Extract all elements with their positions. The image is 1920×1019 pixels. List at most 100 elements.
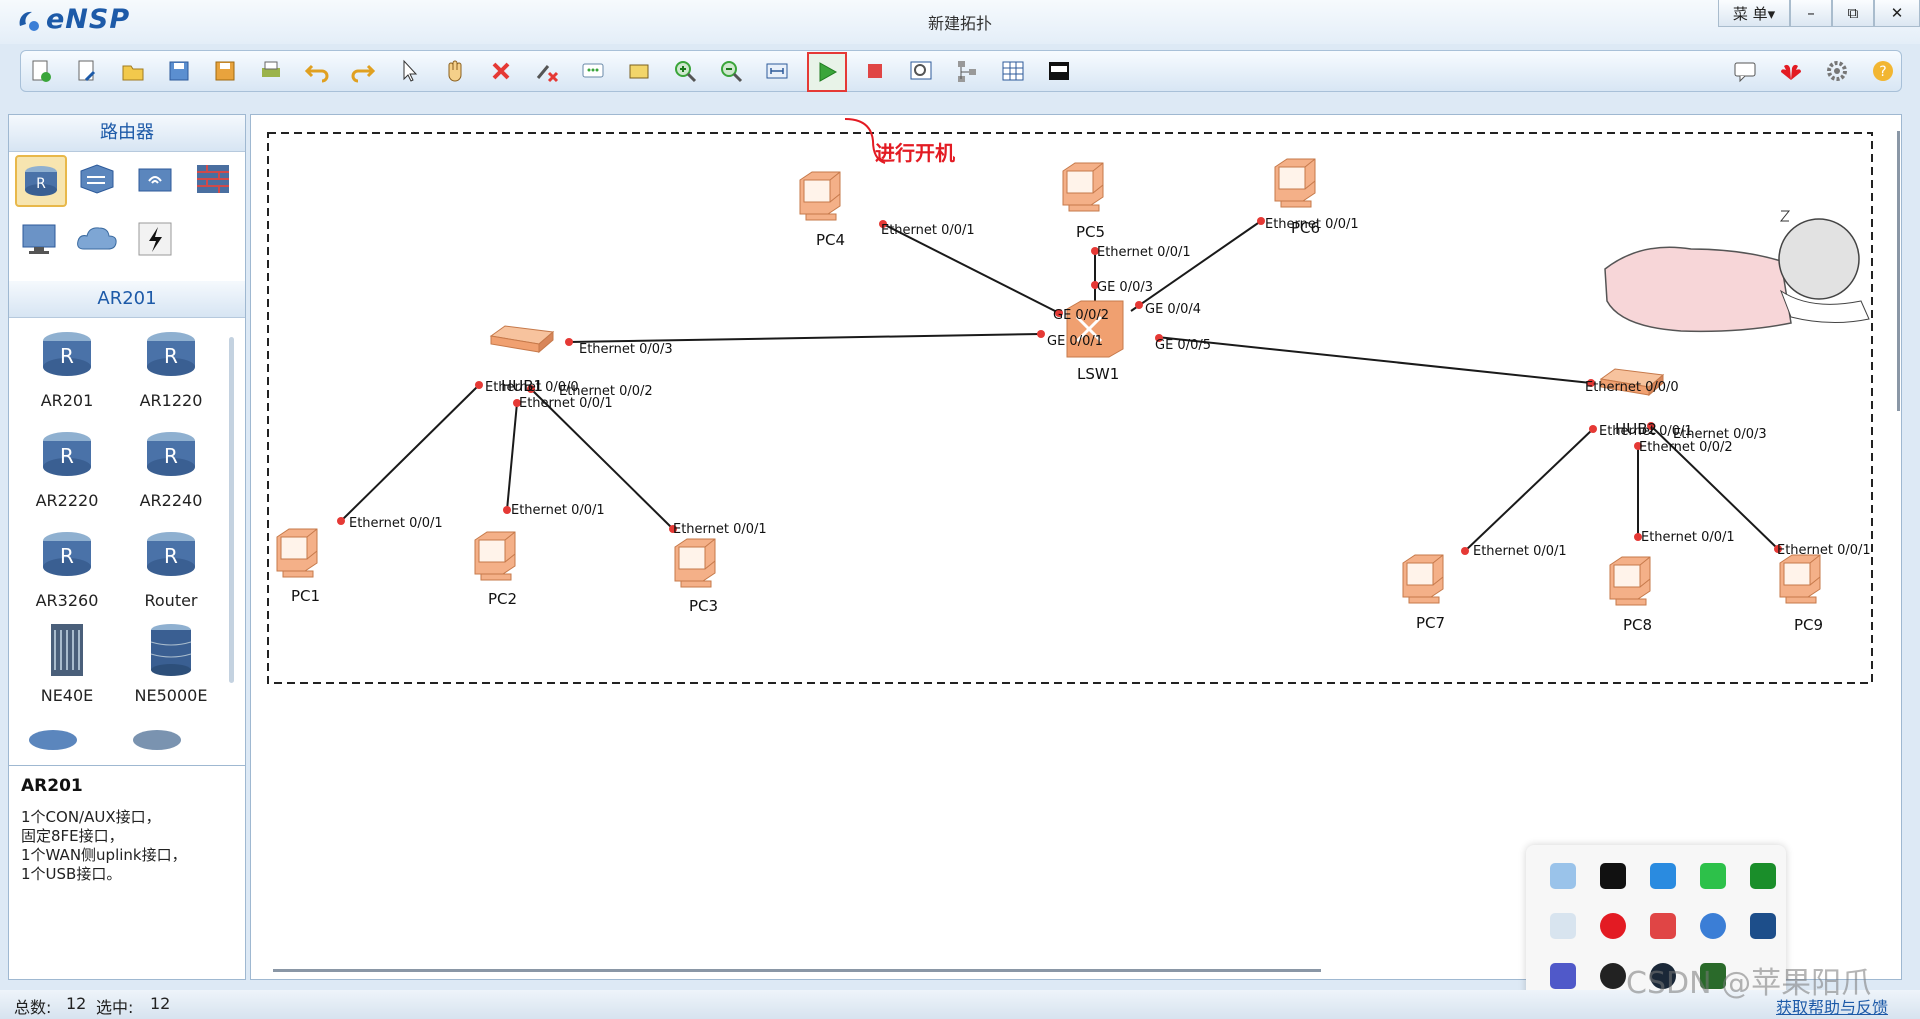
device-ar2220[interactable]: R AR2220 <box>17 425 117 510</box>
tray-app-icon[interactable] <box>1650 913 1676 939</box>
open-icon[interactable] <box>119 57 147 85</box>
chat-icon[interactable] <box>1731 57 1759 85</box>
tray-app-icon[interactable] <box>1550 963 1576 989</box>
zoom-out-icon[interactable] <box>717 57 745 85</box>
zoom-in-icon[interactable] <box>671 57 699 85</box>
svg-text:R: R <box>36 176 46 192</box>
device-ne5000e[interactable]: NE5000E <box>121 620 221 705</box>
device-ar2240[interactable]: R AR2240 <box>121 425 221 510</box>
node-label: PC5 <box>1076 223 1105 241</box>
device-label: AR2240 <box>139 491 203 510</box>
device-router[interactable]: R Router <box>121 525 221 610</box>
router-icon: R <box>43 432 91 476</box>
device-partial-1[interactable] <box>23 720 83 754</box>
start-device-button[interactable] <box>807 52 847 92</box>
new-topology-icon[interactable] <box>27 57 55 85</box>
port-label: Ethernet 0/0/1 <box>881 223 975 238</box>
node-label: PC1 <box>291 587 320 605</box>
tray-app-icon[interactable] <box>1550 913 1576 939</box>
restore-button[interactable]: ⧉ <box>1832 0 1874 27</box>
tray-app-icon[interactable] <box>1550 863 1576 889</box>
pc3-node[interactable]: PC3 <box>674 538 718 615</box>
device-ar201[interactable]: R AR201 <box>17 325 117 410</box>
menu-button[interactable]: 菜 单▾ <box>1718 0 1790 27</box>
category-header: 路由器 <box>9 115 245 152</box>
pc2-node[interactable]: PC2 <box>474 531 517 608</box>
pc4-node[interactable]: PC4 <box>799 171 845 249</box>
tray-app-icon[interactable] <box>1750 863 1776 889</box>
tray-app-icon[interactable] <box>1600 963 1626 989</box>
device-partial-2[interactable] <box>127 720 187 754</box>
play-icon <box>819 62 838 82</box>
close-button[interactable]: ✕ <box>1874 0 1920 27</box>
connection-category-icon[interactable] <box>131 215 179 263</box>
delete-icon[interactable] <box>487 57 515 85</box>
vertical-scrollbar[interactable] <box>1897 131 1900 411</box>
pc5-node[interactable]: PC5 <box>1062 162 1105 241</box>
pc7-node[interactable]: PC7 <box>1402 554 1445 632</box>
switch-category-icon[interactable] <box>73 155 121 203</box>
port-label: GE 0/0/5 <box>1155 338 1211 353</box>
node-label: PC4 <box>816 231 845 249</box>
text-note-icon[interactable] <box>579 57 607 85</box>
port-label: GE 0/0/2 <box>1053 308 1109 323</box>
fit-icon[interactable] <box>763 57 791 85</box>
wireless-category-icon[interactable] <box>131 155 179 203</box>
save-icon[interactable] <box>165 57 193 85</box>
device-list-scrollbar[interactable] <box>229 337 234 683</box>
svg-text:?: ? <box>1879 64 1886 80</box>
pc-terminal-category-icon[interactable] <box>15 215 63 263</box>
port-label: Ethernet 0/0/3 <box>579 342 673 357</box>
tray-app-icon[interactable] <box>1750 913 1776 939</box>
new-example-icon[interactable] <box>73 57 101 85</box>
capture-icon[interactable] <box>907 57 935 85</box>
select-pointer-icon[interactable] <box>395 57 423 85</box>
pc1-node[interactable]: PC1 <box>276 528 320 605</box>
port-label: Ethernet 0/0/0 <box>1585 380 1679 395</box>
firewall-category-icon[interactable] <box>189 155 237 203</box>
settings-gear-icon[interactable] <box>1823 57 1851 85</box>
pan-hand-icon[interactable] <box>441 57 469 85</box>
toolbar: ? <box>20 50 1902 92</box>
router-icon: R <box>147 432 195 476</box>
port-label: Ethernet 0/0/2 <box>1639 440 1733 455</box>
router-category-icon[interactable]: R <box>15 155 67 207</box>
tray-app-icon[interactable] <box>1600 863 1626 889</box>
horizontal-scrollbar[interactable] <box>273 969 1321 972</box>
pc8-node[interactable]: PC8 <box>1609 556 1652 634</box>
description-title: AR201 <box>21 776 83 796</box>
app-logo: eNSP <box>14 4 130 35</box>
app-name: eNSP <box>46 4 131 35</box>
device-label: NE40E <box>40 686 94 705</box>
tray-app-icon[interactable] <box>1700 863 1726 889</box>
save-as-icon[interactable] <box>211 57 239 85</box>
stop-device-icon[interactable] <box>861 57 889 85</box>
tray-app-icon[interactable] <box>1600 913 1626 939</box>
node-label: PC3 <box>689 597 718 615</box>
port-label: Ethernet 0/0/1 <box>1265 217 1359 232</box>
minimize-button[interactable]: – <box>1790 0 1832 27</box>
rectangle-icon[interactable] <box>625 57 653 85</box>
tray-app-icon[interactable] <box>1700 913 1726 939</box>
device-ne40e[interactable]: NE40E <box>17 620 117 705</box>
device-ar1220[interactable]: R AR1220 <box>121 325 221 410</box>
help-icon[interactable]: ? <box>1869 57 1897 85</box>
svg-text:R: R <box>164 444 178 468</box>
undo-icon[interactable] <box>303 57 331 85</box>
router-icon: R <box>147 532 195 576</box>
terminal-icon[interactable] <box>1045 57 1073 85</box>
redo-icon[interactable] <box>349 57 377 85</box>
cloud-category-icon[interactable] <box>73 215 121 263</box>
device-ar3260[interactable]: R AR3260 <box>17 525 117 610</box>
sleeping-sticker <box>1604 210 1870 333</box>
pc9-node[interactable]: PC9 <box>1779 554 1823 634</box>
delete-link-icon[interactable] <box>533 57 561 85</box>
svg-text:R: R <box>60 344 74 368</box>
chassis-icon <box>150 624 192 676</box>
port-label: Ethernet 0/0/1 <box>349 516 443 531</box>
print-icon[interactable] <box>257 57 285 85</box>
topology-icon[interactable] <box>953 57 981 85</box>
huawei-logo-icon[interactable] <box>1777 57 1805 85</box>
tray-app-icon[interactable] <box>1650 863 1676 889</box>
grid-icon[interactable] <box>999 57 1027 85</box>
